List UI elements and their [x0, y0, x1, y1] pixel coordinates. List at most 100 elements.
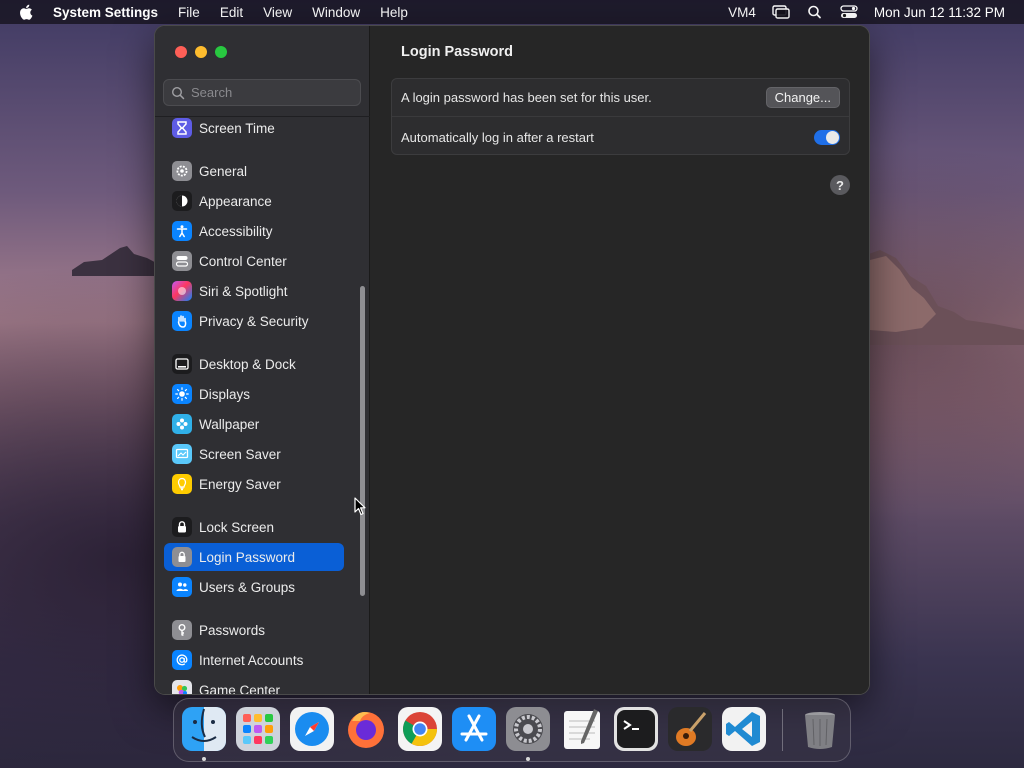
sidebar-item-users-groups[interactable]: Users & Groups — [164, 573, 344, 601]
safari-icon — [290, 707, 334, 751]
sidebar-item-label: Siri & Spotlight — [199, 283, 288, 299]
menu-edit[interactable]: Edit — [220, 5, 243, 20]
sidebar-item-label: Displays — [199, 386, 251, 402]
lock-small-icon — [172, 547, 192, 567]
sidebar-item-passwords[interactable]: Passwords — [164, 616, 344, 644]
dock-running-indicator — [202, 757, 206, 761]
sidebar-item-label: Passwords — [199, 622, 266, 638]
help-button[interactable]: ? — [830, 175, 850, 195]
menu-view[interactable]: View — [263, 5, 292, 20]
dock-running-indicator — [526, 757, 530, 761]
sidebar-item-lock-screen[interactable]: Lock Screen — [164, 513, 344, 541]
sidebar: Screen Time General Appearance Accessibi… — [155, 26, 370, 694]
launchpad-icon — [236, 707, 280, 751]
menu-window[interactable]: Window — [312, 5, 360, 20]
sidebar-item-desktop-dock[interactable]: Desktop & Dock — [164, 350, 344, 378]
sidebar-item-game-center[interactable]: Game Center — [164, 676, 344, 695]
hand-icon — [172, 311, 192, 331]
sidebar-item-label: Game Center — [199, 682, 281, 695]
sidebar-item-label: Login Password — [199, 549, 296, 565]
sidebar-item-label: Energy Saver — [199, 476, 281, 492]
sidebar-item-privacy-security[interactable]: Privacy & Security — [164, 307, 344, 335]
accessibility-icon — [172, 221, 192, 241]
wallpaper-icon — [172, 414, 192, 434]
sidebar-item-screen-time[interactable]: Screen Time — [164, 116, 344, 142]
menu-help[interactable]: Help — [380, 5, 408, 20]
sidebar-item-displays[interactable]: Displays — [164, 380, 344, 408]
menu-bar: System Settings File Edit View Window He… — [0, 0, 1024, 24]
sidebar-scrollbar[interactable] — [360, 286, 365, 596]
spotlight-search-icon[interactable] — [806, 5, 824, 19]
screen-saver-icon — [172, 444, 192, 464]
dock-firefox[interactable] — [344, 707, 388, 751]
dock-system-settings[interactable] — [506, 707, 550, 751]
finder-icon — [182, 707, 226, 751]
search-input[interactable] — [191, 85, 351, 100]
mouse-cursor-icon — [354, 497, 366, 516]
autologin-toggle[interactable] — [814, 130, 840, 145]
sidebar-search[interactable] — [163, 79, 361, 106]
sidebar-item-general[interactable]: General — [164, 157, 344, 185]
password-row: A login password has been set for this u… — [392, 79, 849, 117]
window-controls — [175, 46, 227, 58]
screen-mirroring-icon[interactable] — [772, 5, 790, 19]
control-center-icon[interactable] — [840, 5, 858, 19]
gear-icon — [172, 161, 192, 181]
change-password-button[interactable]: Change... — [765, 87, 840, 108]
desktop-island-left — [72, 246, 162, 276]
sidebar-item-login-password[interactable]: Login Password — [164, 543, 344, 571]
sidebar-item-label: Screen Time — [199, 120, 275, 136]
desktop-island-right — [866, 250, 1024, 345]
sidebar-item-label: Screen Saver — [199, 446, 281, 462]
sidebar-item-label: Accessibility — [199, 223, 273, 239]
dock-garageband[interactable] — [668, 707, 712, 751]
sidebar-item-label: Appearance — [199, 193, 272, 209]
system-settings-window: Screen Time General Appearance Accessibi… — [154, 25, 870, 695]
menubar-user[interactable]: VM4 — [728, 5, 756, 20]
at-icon — [172, 650, 192, 670]
search-icon — [171, 86, 185, 99]
sidebar-item-label: Control Center — [199, 253, 287, 269]
autologin-label: Automatically log in after a restart — [401, 129, 594, 145]
vscode-icon — [722, 707, 766, 751]
dock-finder[interactable] — [182, 707, 226, 751]
terminal-icon — [614, 707, 658, 751]
dock-textedit[interactable] — [560, 707, 604, 751]
siri-icon — [172, 281, 192, 301]
sidebar-item-internet-accounts[interactable]: Internet Accounts — [164, 646, 344, 674]
dock-safari[interactable] — [290, 707, 334, 751]
sidebar-item-appearance[interactable]: Appearance — [164, 187, 344, 215]
apple-menu-icon[interactable] — [18, 3, 36, 21]
game-center-icon — [172, 680, 192, 694]
dock-app-store[interactable] — [452, 707, 496, 751]
sidebar-item-wallpaper[interactable]: Wallpaper — [164, 410, 344, 438]
sidebar-item-screen-saver[interactable]: Screen Saver — [164, 440, 344, 468]
sidebar-item-label: Wallpaper — [199, 416, 260, 432]
sidebar-item-siri-spotlight[interactable]: Siri & Spotlight — [164, 277, 344, 305]
close-window-button[interactable] — [175, 46, 187, 58]
sidebar-item-accessibility[interactable]: Accessibility — [164, 217, 344, 245]
sun-icon — [172, 384, 192, 404]
sidebar-item-label: Lock Screen — [199, 519, 275, 535]
sidebar-item-energy-saver[interactable]: Energy Saver — [164, 470, 344, 498]
lock-icon — [172, 517, 192, 537]
menu-file[interactable]: File — [178, 5, 200, 20]
dock-terminal[interactable] — [614, 707, 658, 751]
system-settings-icon — [506, 707, 550, 751]
detail-pane: Login Password A login password has been… — [371, 26, 869, 694]
sidebar-list: Screen Time General Appearance Accessibi… — [155, 116, 370, 695]
menu-app-name[interactable]: System Settings — [53, 5, 158, 20]
chrome-icon — [398, 707, 442, 751]
login-password-panel: A login password has been set for this u… — [391, 78, 850, 155]
dock-vscode[interactable] — [722, 707, 766, 751]
dock-launchpad[interactable] — [236, 707, 280, 751]
minimize-window-button[interactable] — [195, 46, 207, 58]
dock-separator — [782, 709, 783, 751]
dock-trash[interactable] — [798, 707, 842, 751]
sidebar-item-label: Privacy & Security — [199, 313, 309, 329]
key-icon — [172, 620, 192, 640]
dock-chrome[interactable] — [398, 707, 442, 751]
menubar-clock[interactable]: Mon Jun 12 11:32 PM — [874, 5, 1005, 20]
sidebar-item-control-center[interactable]: Control Center — [164, 247, 344, 275]
zoom-window-button[interactable] — [215, 46, 227, 58]
